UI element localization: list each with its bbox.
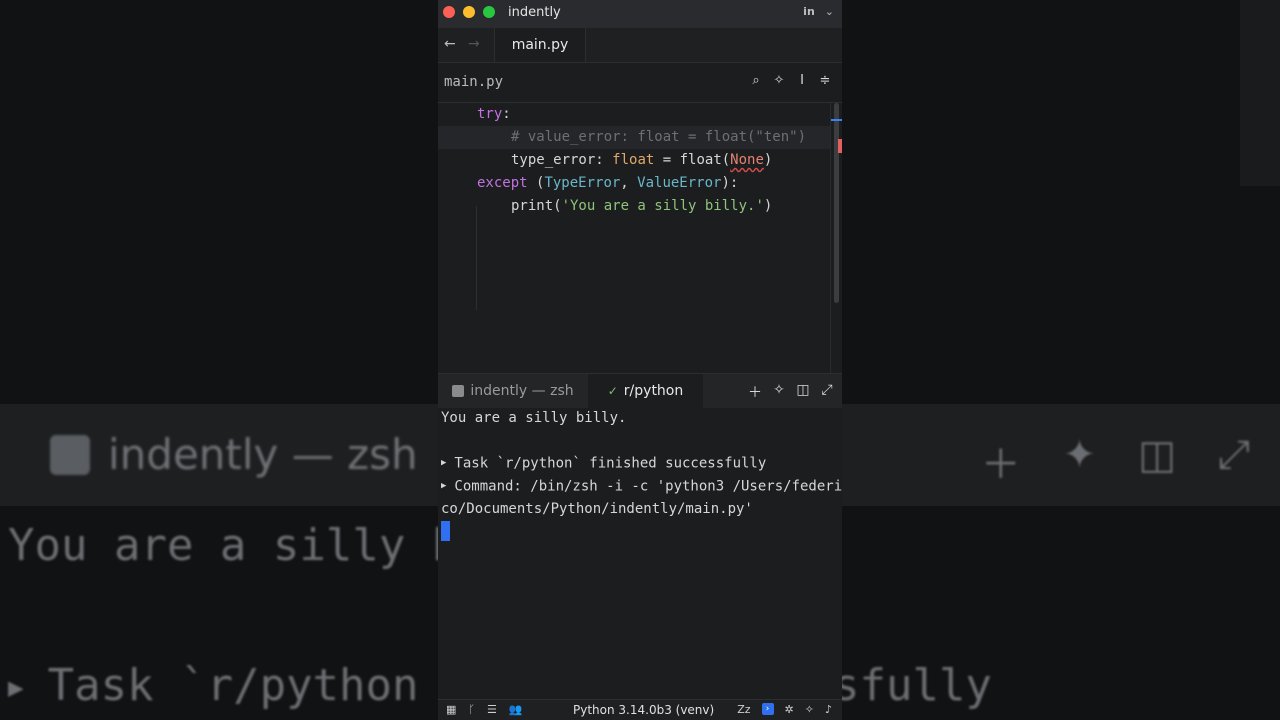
chevron-down-icon[interactable]: ⌄ — [825, 5, 834, 18]
outline-icon[interactable]: ☰ — [487, 703, 497, 716]
sliders-icon[interactable]: ≑ — [818, 73, 832, 88]
scrollbar-thumb[interactable] — [834, 103, 839, 303]
task-text: Task `r/python` finished successfully — [454, 455, 767, 472]
scrollbar-cursor-marker — [831, 119, 842, 121]
vim-mode-icon[interactable]: Zz — [737, 703, 750, 716]
code-line-1: try: — [438, 103, 830, 126]
code-text: , — [620, 175, 638, 191]
check-icon: ✓ — [607, 384, 618, 398]
git-branch-icon[interactable]: ᚴ — [468, 703, 475, 716]
code-text: ): — [721, 175, 739, 191]
background-text-line2: ▶ Task `r/python — [8, 660, 419, 711]
status-bar-right: Zz › ✲ ✧ ♪ — [737, 703, 832, 716]
caret-right-icon[interactable]: ▶ — [441, 458, 446, 468]
window-title: indently — [508, 5, 561, 20]
editor-toolbar: main.py ⌕ ✧ I ≑ — [438, 62, 842, 103]
terminal-task-line: ▶ Task `r/python` finished successfully — [441, 452, 766, 475]
terminal-cursor — [441, 521, 450, 541]
terminal-tabs: indently — zsh ✓ r/python ＋ ✧ ◫ ⤢ — [438, 373, 842, 408]
code-none-error: None — [730, 152, 764, 168]
tab-label: indently — zsh — [470, 383, 574, 399]
code-type: float — [612, 152, 655, 168]
code-line-3: type_error: float = float(None) — [438, 149, 830, 172]
title-bar-controls: in ⌄ — [803, 5, 834, 18]
background-text-line1: You are a silly b — [8, 520, 459, 571]
code-class: ValueError — [637, 175, 722, 191]
scrollbar-error-marker — [838, 139, 842, 153]
zoom-window-button[interactable] — [483, 6, 495, 18]
background-tab-label: indently — zsh — [108, 430, 418, 479]
panels-icon[interactable]: ▦ — [446, 703, 456, 716]
code-editor[interactable]: try: # value_error: float = float("ten")… — [438, 103, 830, 373]
plus-icon[interactable]: ＋ — [748, 382, 762, 402]
code-string: 'You are a silly billy.' — [561, 198, 764, 214]
code-text: ( — [527, 175, 545, 191]
terminal-icon — [50, 434, 90, 475]
bell-icon[interactable]: ♪ — [825, 703, 832, 716]
terminal-toolbar: ＋ ✧ ◫ ⤢ — [748, 382, 834, 402]
tab-main-py[interactable]: main.py — [494, 28, 586, 62]
split-icon[interactable]: ◫ — [796, 382, 810, 402]
code-keyword: try — [477, 106, 503, 122]
terminal-output-line: You are a silly billy. — [441, 410, 627, 426]
tab-r-python[interactable]: ✓ r/python — [588, 374, 703, 408]
caret-right-icon: ▶ — [8, 673, 24, 703]
search-icon[interactable]: ⌕ — [749, 73, 763, 88]
title-bar: indently in ⌄ — [438, 0, 842, 28]
collab-icon[interactable]: 👥 — [509, 703, 523, 716]
terminal-panel-icon[interactable]: › — [761, 703, 774, 715]
sparkle-icon[interactable]: ✧ — [772, 382, 786, 402]
code-line-5: print('You are a silly billy.') — [438, 195, 830, 218]
back-arrow-icon[interactable]: ← — [444, 36, 456, 52]
background-icons: ＋ ✦ ◫ ⤢ — [981, 432, 1250, 490]
app-window: indently in ⌄ ← → main.py main.py ⌕ ✧ I … — [438, 0, 842, 720]
caret-right-icon[interactable]: ▶ — [441, 481, 446, 491]
terminal-command-line: ▶ Command: /bin/zsh -i -c 'python3 /Users… — [441, 475, 842, 498]
expand-icon[interactable]: ⤢ — [820, 382, 834, 402]
python-env-selector[interactable]: Python 3.14.0b3 (venv) — [573, 703, 714, 717]
tab-terminal-zsh[interactable]: indently — zsh — [438, 374, 588, 408]
code-class: TypeError — [544, 175, 621, 191]
editor-tabs-row: ← → main.py — [438, 28, 842, 63]
background-tab: indently — zsh — [50, 430, 418, 479]
forward-arrow-icon[interactable]: → — [468, 36, 480, 52]
background-text-line2-label: Task `r/python — [47, 660, 419, 711]
status-bar-left: ▦ ᚴ ☰ 👥 — [446, 703, 523, 716]
terminal-command-line-wrap: co/Documents/Python/indently/main.py' — [441, 501, 753, 517]
indent-guide — [476, 206, 477, 310]
code-comment: # value_error: float = float("ten") — [511, 129, 807, 145]
status-bar: ▦ ᚴ ☰ 👥 Python 3.14.0b3 (venv) Zz › ✲ ✧ … — [438, 699, 842, 720]
editor-scrollbar[interactable] — [830, 103, 842, 373]
code-line-4: except (TypeError, ValueError): — [438, 172, 830, 195]
sparkle-icon[interactable]: ✧ — [772, 73, 786, 88]
background-dark-block — [1240, 0, 1280, 186]
code-text: type_error: — [511, 152, 613, 168]
code-text: print( — [511, 198, 562, 214]
code-text: = float( — [654, 152, 731, 168]
tab-label: r/python — [623, 383, 684, 399]
cursor-icon[interactable]: I — [795, 73, 809, 88]
code-text: ) — [763, 198, 773, 214]
split-icon: ◫ — [1138, 432, 1176, 478]
code-text: ) — [763, 152, 773, 168]
breadcrumb-filename[interactable]: main.py — [444, 74, 503, 90]
account-icon[interactable]: in — [803, 5, 815, 18]
sparkle-icon: ✦ — [1062, 432, 1097, 478]
sparkle-icon[interactable]: ✧ — [805, 703, 814, 716]
close-window-button[interactable] — [443, 6, 455, 18]
terminal-icon — [452, 385, 465, 397]
debug-icon[interactable]: ✲ — [785, 703, 794, 716]
editor-toolbar-icons: ⌕ ✧ I ≑ — [749, 73, 832, 88]
plus-icon: ＋ — [980, 442, 1021, 488]
code-keyword: except — [477, 175, 528, 191]
code-line-2: # value_error: float = float("ten") — [438, 126, 830, 149]
terminal-output[interactable]: You are a silly billy. ▶ Task `r/python` … — [438, 407, 842, 693]
expand-icon: ⤢ — [1218, 432, 1250, 478]
code-punct: : — [502, 106, 511, 122]
minimize-window-button[interactable] — [463, 6, 475, 18]
command-text: Command: /bin/zsh -i -c 'python3 /Users/… — [454, 478, 842, 495]
